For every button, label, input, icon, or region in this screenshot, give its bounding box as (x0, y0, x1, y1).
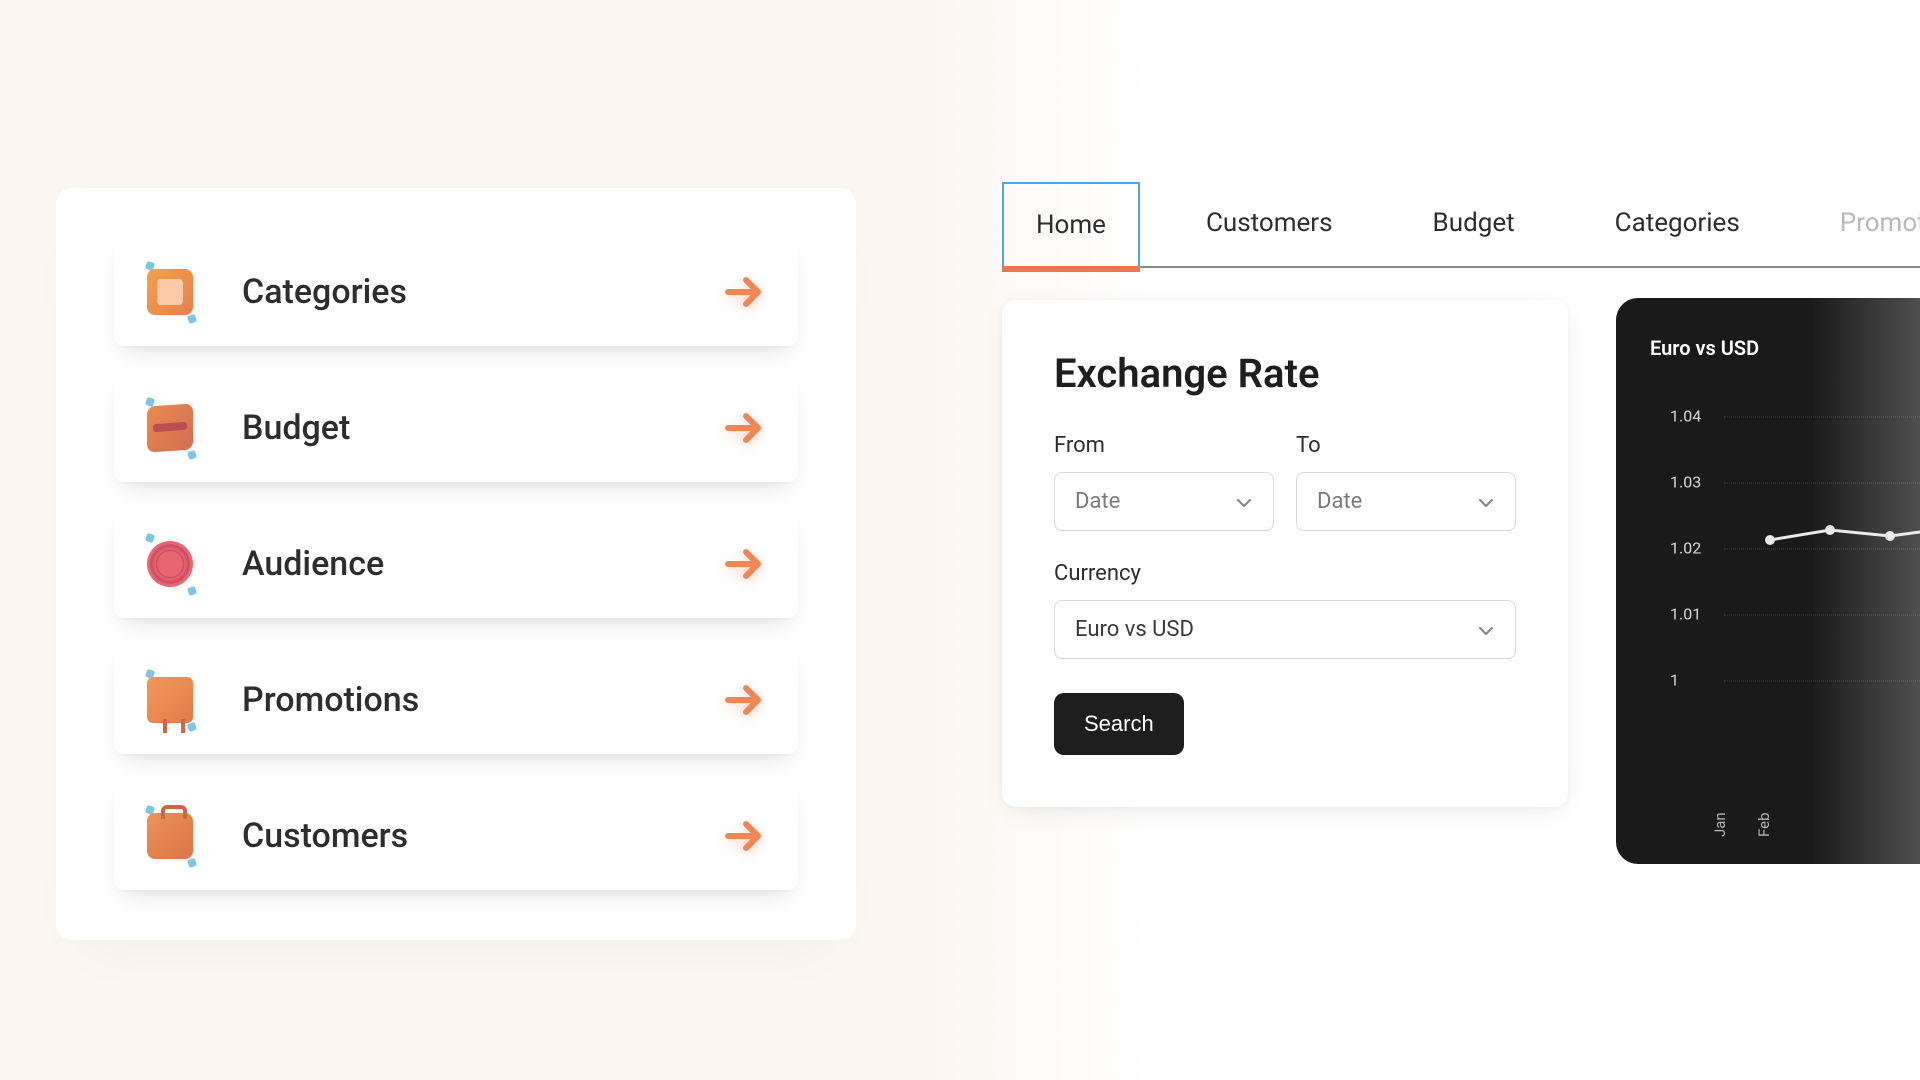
tab-customers[interactable]: Customers (1172, 180, 1367, 266)
sidebar-item-label: Categories (242, 272, 407, 312)
exchange-title: Exchange Rate (1054, 350, 1516, 397)
arrow-right-icon (724, 272, 764, 312)
arrow-right-icon (724, 816, 764, 856)
clipboard-icon (142, 264, 198, 320)
tab-promotion[interactable]: Promotion (1806, 180, 1920, 266)
from-date-select[interactable]: Date (1054, 472, 1274, 531)
arrow-right-icon (724, 544, 764, 584)
arrow-right-icon (724, 680, 764, 720)
easel-icon (142, 672, 198, 728)
tab-home[interactable]: Home (1002, 182, 1140, 266)
sidebar-item-label: Customers (242, 816, 408, 856)
sidebar-item-label: Promotions (242, 680, 419, 720)
y-axis-tick: 1.04 (1670, 407, 1701, 426)
chart-title: Euro vs USD (1650, 336, 1920, 360)
chart-plot-area: 1.04 1.03 1.02 1.01 1 (1650, 390, 1920, 720)
from-placeholder: Date (1075, 489, 1120, 514)
chart-line (1740, 390, 1920, 720)
sidebar-item-audience[interactable]: Audience (114, 510, 798, 618)
chevron-down-icon (1477, 621, 1495, 639)
currency-select[interactable]: Euro vs USD (1054, 600, 1516, 659)
tab-bar: Home Customers Budget Categories Promoti… (1002, 182, 1920, 268)
sidebar-item-categories[interactable]: Categories (114, 238, 798, 346)
exchange-rate-card: Exchange Rate From Date To Date Currency (1002, 300, 1568, 807)
briefcase-icon (142, 808, 198, 864)
x-axis-labels: Jan Feb (1720, 828, 1764, 846)
y-axis-tick: 1.03 (1670, 473, 1701, 492)
currency-label: Currency (1054, 561, 1516, 586)
currency-value: Euro vs USD (1075, 617, 1194, 642)
to-placeholder: Date (1317, 489, 1362, 514)
sidebar-item-budget[interactable]: Budget (114, 374, 798, 482)
tab-budget[interactable]: Budget (1399, 180, 1549, 266)
search-button[interactable]: Search (1054, 693, 1184, 755)
to-label: To (1296, 433, 1516, 458)
from-label: From (1054, 433, 1274, 458)
y-axis-tick: 1.01 (1670, 605, 1701, 624)
sidebar-item-promotions[interactable]: Promotions (114, 646, 798, 754)
chevron-down-icon (1235, 493, 1253, 511)
y-axis-tick: 1.02 (1670, 539, 1701, 558)
target-icon (142, 536, 198, 592)
y-axis-tick: 1 (1670, 671, 1679, 690)
exchange-chart-card: Euro vs USD 1.04 1.03 1.02 1.01 1 Jan Fe… (1616, 298, 1920, 864)
wallet-icon (142, 400, 198, 456)
sidebar-item-label: Budget (242, 408, 350, 448)
sidebar-item-label: Audience (242, 544, 384, 584)
sidebar-item-customers[interactable]: Customers (114, 782, 798, 890)
arrow-right-icon (724, 408, 764, 448)
tab-categories[interactable]: Categories (1581, 180, 1774, 266)
to-date-select[interactable]: Date (1296, 472, 1516, 531)
chevron-down-icon (1477, 493, 1495, 511)
sidebar-panel: Categories Budget Audience (56, 188, 856, 940)
